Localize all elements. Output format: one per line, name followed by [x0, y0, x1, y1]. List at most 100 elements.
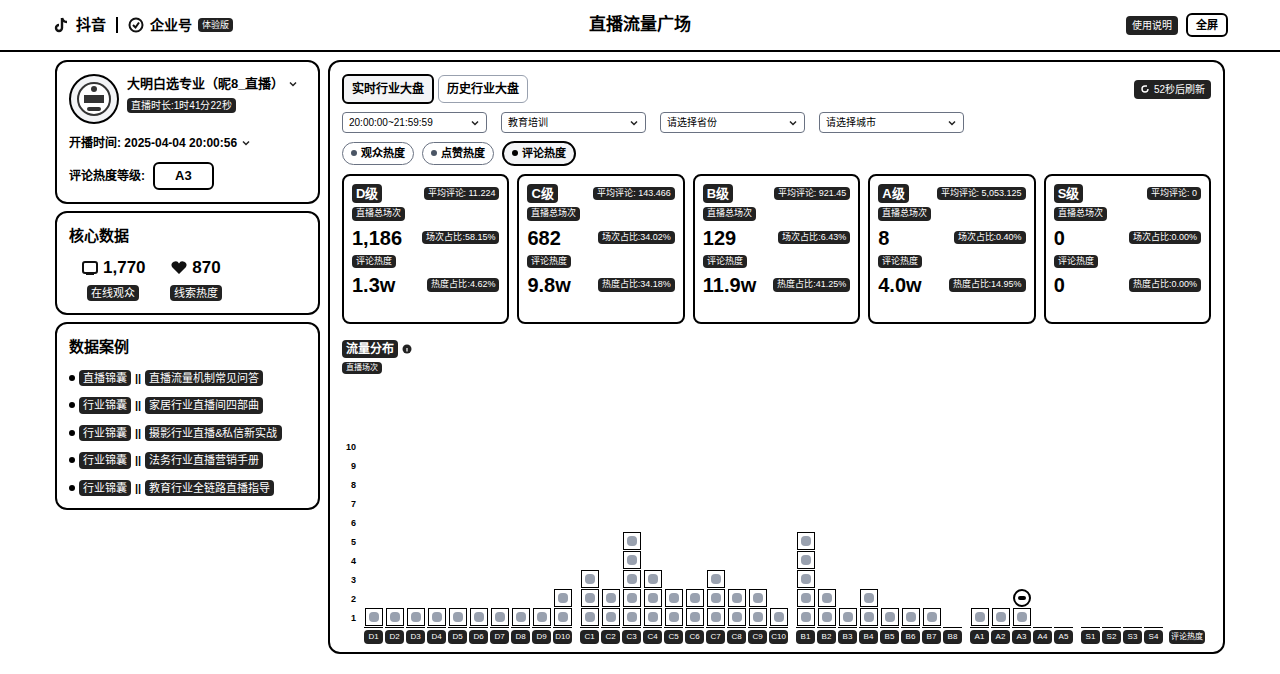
metric-chip[interactable]: 评论热度 — [502, 141, 576, 166]
x-label: A4 — [1033, 630, 1052, 644]
filter-select[interactable]: 请选择省份 — [660, 112, 805, 133]
case-item[interactable]: 行业锦囊||摄影行业直播&私信新实战 — [69, 425, 306, 442]
heat-label: 评论热度 — [527, 255, 571, 269]
case-tag[interactable]: 直播锦囊 — [79, 370, 131, 387]
case-tag[interactable]: 行业锦囊 — [79, 425, 131, 442]
profile-name-row[interactable]: 大明白选专业（昵8_直播） — [127, 74, 298, 94]
chevron-down-icon — [470, 118, 480, 128]
chart-stack — [727, 438, 746, 628]
x-label: B3 — [838, 630, 857, 644]
session-square — [770, 608, 788, 626]
chart-stack — [1102, 438, 1121, 628]
chart-stack — [817, 438, 836, 628]
cases-card: 数据案例直播锦囊||直播流量机制常见问答行业锦囊||家居行业直播间四部曲行业锦囊… — [55, 322, 320, 510]
chart-column: C1 — [580, 438, 599, 644]
heat-value: 9.8w — [527, 272, 570, 298]
chart-column: C2 — [601, 438, 620, 644]
metric-chip-label[interactable]: 评论热度 — [522, 145, 566, 162]
chart-group: S1S2S3S4 — [1081, 438, 1163, 644]
case-link[interactable]: 家居行业直播间四部曲 — [145, 397, 263, 414]
chart-column: B2 — [817, 438, 836, 644]
session-square — [602, 608, 620, 626]
filter-value[interactable]: 请选择省份 — [667, 115, 784, 130]
level-average: 平均评论: 0 — [1147, 187, 1201, 201]
chart-stack — [685, 438, 704, 628]
y-tick: 6 — [342, 514, 356, 533]
session-avatar-icon — [732, 593, 742, 603]
count-value: 129 — [703, 225, 736, 251]
session-square — [386, 608, 404, 626]
x-label: C1 — [580, 630, 599, 644]
chart-column: D3 — [406, 438, 425, 644]
chart-group: D1D2D3D4D5D6D7D8D9D10 — [364, 438, 572, 644]
chart-stack — [1123, 438, 1142, 628]
case-item[interactable]: 行业锦囊||教育行业全链路直播指导 — [69, 480, 306, 497]
metric-chip[interactable]: 观众热度 — [342, 142, 414, 165]
chart-column: B3 — [838, 438, 857, 644]
chart-stack — [943, 438, 962, 628]
case-item[interactable]: 行业锦囊||家居行业直播间四部曲 — [69, 397, 306, 414]
filter-select[interactable]: 教育培训 — [501, 112, 646, 133]
case-link[interactable]: 教育行业全链路直播指导 — [145, 480, 274, 497]
session-avatar-icon — [627, 612, 637, 622]
filter-value[interactable]: 请选择城市 — [826, 115, 943, 130]
metric-chip[interactable]: 点赞热度 — [422, 142, 494, 165]
filter-select[interactable]: 请选择城市 — [819, 112, 964, 133]
help-button[interactable]: 使用说明 — [1126, 16, 1178, 35]
x-label: D4 — [427, 630, 446, 644]
session-avatar-icon — [801, 574, 811, 584]
heat-row: 4.0w热度占比:14.95% — [878, 272, 1025, 298]
case-tag[interactable]: 行业锦囊 — [79, 397, 131, 414]
level-card: A级平均评论: 5,053.125直播总场次8场次占比:0.40%评论热度4.0… — [868, 174, 1035, 324]
level-card-head: A级平均评论: 5,053.125 — [878, 184, 1025, 204]
header-brand: 抖音企业号体验版 — [52, 14, 352, 37]
chart-stack — [1033, 438, 1052, 628]
count-label: 直播总场次 — [703, 207, 756, 221]
case-item[interactable]: 直播锦囊||直播流量机制常见问答 — [69, 370, 306, 387]
metric-chip-label[interactable]: 点赞热度 — [441, 145, 485, 162]
chart-group: B1B2B3B4B5B6B7B8 — [796, 438, 962, 644]
heat-label: 评论热度 — [352, 255, 396, 269]
filter-value[interactable]: 20:00:00~21:59:59 — [349, 115, 466, 130]
count-value: 1,186 — [352, 225, 402, 251]
core-metric-value: 1,770 — [103, 255, 146, 281]
count-row: 682场次占比:34.02% — [527, 225, 674, 251]
session-square — [686, 589, 704, 607]
profile-name[interactable]: 大明白选专业（昵8_直播） — [127, 74, 284, 94]
info-icon — [402, 344, 412, 354]
tab[interactable]: 历史行业大盘 — [438, 75, 528, 103]
filter-value[interactable]: 教育培训 — [508, 115, 625, 130]
session-avatar-icon — [585, 574, 595, 584]
session-avatar-icon — [801, 536, 811, 546]
chart-column: S4 — [1144, 438, 1163, 644]
chart-column: A4 — [1033, 438, 1052, 644]
case-tag[interactable]: 行业锦囊 — [79, 480, 131, 497]
filter-select[interactable]: 20:00:00~21:59:59 — [342, 112, 487, 133]
start-time[interactable]: 开播时间: 2025-04-04 20:00:56 — [69, 134, 237, 152]
session-square — [449, 608, 467, 626]
y-tick: 4 — [342, 552, 356, 571]
x-label: A2 — [991, 630, 1010, 644]
chart-column: D9 — [532, 438, 551, 644]
metric-chip-label[interactable]: 观众热度 — [361, 145, 405, 162]
x-label: B4 — [859, 630, 878, 644]
chart-stack — [553, 438, 572, 628]
case-link[interactable]: 法务行业直播营销手册 — [145, 452, 263, 469]
x-label: C5 — [664, 630, 683, 644]
count-row: 129场次占比:6.43% — [703, 225, 850, 251]
session-square — [623, 551, 641, 569]
chart-group: A1A2A3A4A5 — [970, 438, 1073, 644]
case-link[interactable]: 摄影行业直播&私信新实战 — [145, 425, 281, 442]
tab[interactable]: 实时行业大盘 — [342, 74, 434, 104]
chevron-down-icon — [788, 118, 798, 128]
chart-column: D7 — [490, 438, 509, 644]
fullscreen-button[interactable]: 全屏 — [1186, 13, 1228, 38]
case-item[interactable]: 行业锦囊||法务行业直播营销手册 — [69, 452, 306, 469]
chart-stack — [601, 438, 620, 628]
session-avatar-icon — [390, 612, 400, 622]
session-avatar-icon — [627, 555, 637, 565]
session-avatar-icon — [627, 593, 637, 603]
case-link[interactable]: 直播流量机制常见问答 — [145, 370, 263, 387]
case-tag[interactable]: 行业锦囊 — [79, 452, 131, 469]
start-time-row[interactable]: 开播时间: 2025-04-04 20:00:56 — [69, 134, 306, 152]
